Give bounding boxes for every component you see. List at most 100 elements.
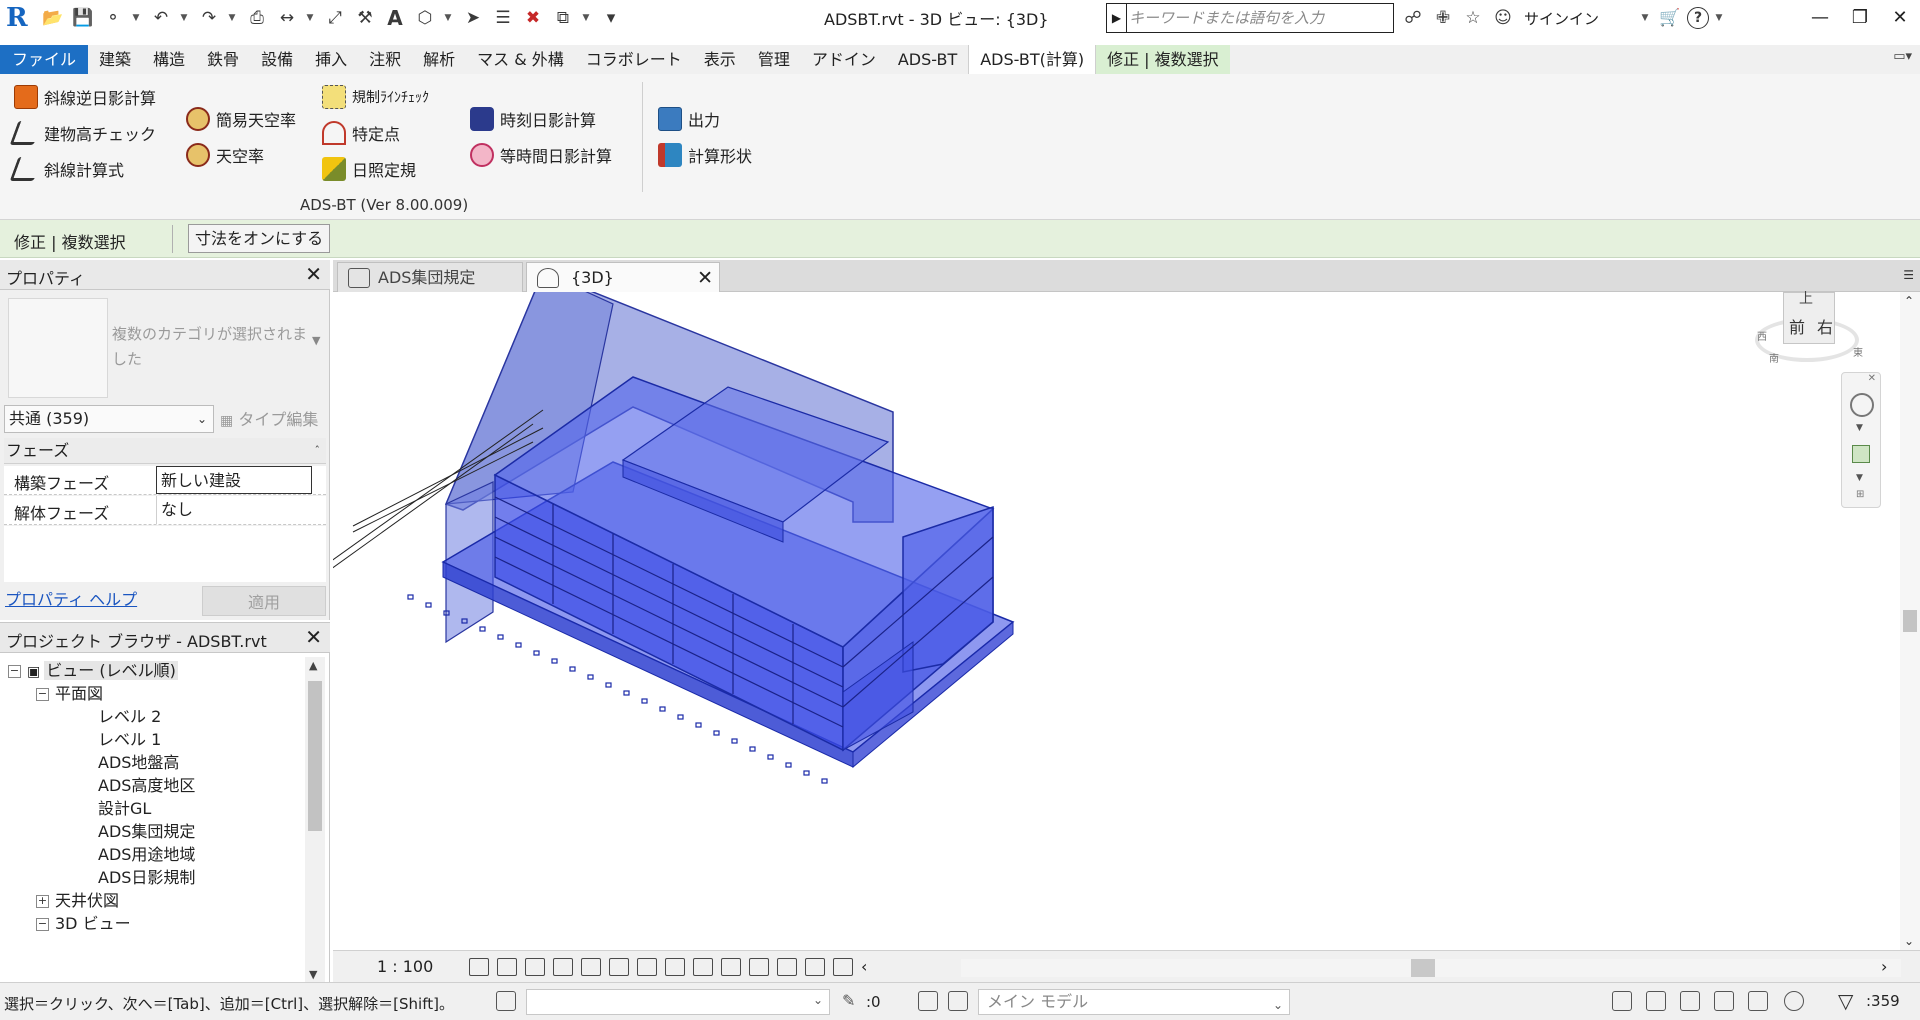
timed-shadow-button[interactable]: 時刻日影計算 <box>470 104 596 134</box>
chevron-down-icon[interactable]: ▼ <box>178 6 190 30</box>
chevron-down-icon[interactable]: ▼ <box>1856 423 1863 433</box>
simple-sky-factor-button[interactable]: 簡易天空率 <box>186 104 296 134</box>
tab-systems[interactable]: 設備 <box>250 45 304 74</box>
redo-icon[interactable]: ↷ <box>196 6 222 30</box>
customize-icon[interactable]: ▾ <box>598 6 624 30</box>
tab-collaborate[interactable]: コラボレート <box>575 45 693 74</box>
design-options-icon[interactable] <box>918 991 938 1011</box>
tab-view-ads-group-regulation[interactable]: ADS集団規定 <box>337 262 523 292</box>
view-scale[interactable]: 1 : 100 <box>377 957 433 976</box>
tab-ads-bt-calc[interactable]: ADS-BT(計算) <box>968 45 1097 74</box>
3d-viewport[interactable]: 上 前 右 西 南 東 ✕ ▼ ▼ ⊞ ⌃ ⌄ <box>312 271 1920 950</box>
exclude-options-icon[interactable] <box>948 991 968 1011</box>
crop-view-icon[interactable] <box>609 958 629 976</box>
sun-path-icon[interactable] <box>525 958 545 976</box>
chevron-down-icon[interactable]: ▼ <box>1856 473 1863 483</box>
expand-icon[interactable]: + <box>36 895 49 908</box>
shadows-icon[interactable] <box>553 958 573 976</box>
zoom-region-icon[interactable] <box>1852 445 1870 463</box>
sky-factor-button[interactable]: 天空率 <box>186 140 264 170</box>
scroll-down-icon[interactable]: ▼ <box>309 968 317 981</box>
show-crop-icon[interactable] <box>637 958 657 976</box>
editable-only-icon[interactable]: ✎ <box>842 991 855 1010</box>
tab-massing[interactable]: マス & 外構 <box>466 45 575 74</box>
category-filter-select[interactable]: 共通 (359) ⌄ <box>4 405 214 433</box>
view-cube-right-face[interactable]: 右 <box>1817 314 1833 338</box>
background-process-icon[interactable] <box>1784 991 1804 1011</box>
close-icon[interactable]: ✕ <box>697 263 713 293</box>
dimension-icon[interactable]: ⤢ <box>322 6 348 30</box>
cart-icon[interactable]: 🛒 <box>1657 6 1683 30</box>
tree-item-floor-plan[interactable]: レベル 1 <box>98 728 161 752</box>
select-by-face-icon[interactable] <box>1714 991 1734 1011</box>
chevron-down-icon[interactable]: ▼ <box>442 6 454 30</box>
detail-level-icon[interactable] <box>469 958 489 976</box>
browser-scrollbar[interactable]: ▲ ▼ <box>305 657 325 983</box>
temp-view-properties-icon[interactable] <box>749 958 769 976</box>
scroll-down-icon[interactable]: ⌄ <box>1904 934 1914 948</box>
tab-annotate[interactable]: 注釈 <box>358 45 412 74</box>
close-icon[interactable]: ✕ <box>305 262 322 286</box>
construction-phase-value[interactable]: 新しい建設 <box>156 466 312 494</box>
steering-wheel-icon[interactable] <box>1850 393 1874 417</box>
worksets-icon[interactable] <box>496 991 516 1011</box>
calc-shape-button[interactable]: 計算形状 <box>658 140 752 170</box>
revit-logo[interactable]: R <box>6 3 34 33</box>
section-icon[interactable]: ➤ <box>460 6 486 30</box>
tree-item-floor-plan[interactable]: 設計GL <box>98 797 151 821</box>
chevron-down-icon[interactable]: ▼ <box>1713 6 1725 30</box>
compass-west[interactable]: 西 <box>1757 328 1767 343</box>
dimension-toggle-button[interactable]: 寸法をオンにする <box>188 224 331 253</box>
search-expand-icon[interactable]: ▶ <box>1107 4 1127 32</box>
building-height-check-button[interactable]: 建物高チェック <box>9 118 156 148</box>
tree-item-floor-plan[interactable]: ADS日影規制 <box>98 866 195 890</box>
tree-item-floor-plan[interactable]: ADS集団規定 <box>98 820 195 844</box>
viewport-horizontal-scrollbar[interactable] <box>961 959 1901 977</box>
close-icon[interactable]: ✕ <box>305 625 322 649</box>
binoculars-icon[interactable]: ☍ <box>1400 6 1426 30</box>
tree-node-ceiling-plans[interactable]: + 天井伏図 <box>36 889 119 913</box>
open-icon[interactable]: 📂 <box>40 6 66 30</box>
help-icon[interactable]: ? <box>1687 7 1710 29</box>
undo-icon[interactable]: ↶ <box>148 6 174 30</box>
view-cube-top-face[interactable]: 上 <box>1799 288 1813 308</box>
search-box[interactable]: ▶ <box>1106 3 1394 33</box>
tree-item-floor-plan[interactable]: レベル 2 <box>98 705 161 729</box>
viewport-vertical-scrollbar[interactable]: ⌃ ⌄ <box>1900 292 1920 950</box>
compass-south[interactable]: 南 <box>1769 350 1779 365</box>
chevron-down-icon[interactable]: ▼ <box>226 6 238 30</box>
tab-structure[interactable]: 構造 <box>142 45 196 74</box>
property-group-phase[interactable]: フェーズ ˆ <box>4 438 326 464</box>
regulation-line-check-button[interactable]: 規制ﾗｲﾝﾁｪｯｸ <box>322 82 429 112</box>
chevron-down-icon[interactable]: ▼ <box>304 6 316 30</box>
edit-type-button[interactable]: ▦ タイプ編集 <box>220 406 318 430</box>
tab-view-3d[interactable]: {3D} ✕ <box>526 262 720 292</box>
specific-point-button[interactable]: 特定点 <box>322 118 400 148</box>
compass-east[interactable]: 東 <box>1853 344 1863 359</box>
analytical-model-icon[interactable] <box>777 958 797 976</box>
reveal-constraints-icon[interactable] <box>833 958 853 976</box>
tree-item-floor-plan[interactable]: ADS高度地区 <box>98 774 195 798</box>
slant-reverse-shadow-button[interactable]: 斜線逆日影計算 <box>14 82 156 112</box>
text-icon[interactable]: A <box>382 6 408 30</box>
slant-formula-button[interactable]: 斜線計算式 <box>9 154 124 184</box>
minimize-icon[interactable]: — <box>1800 5 1840 31</box>
temporary-hide-icon[interactable] <box>693 958 713 976</box>
tab-file[interactable]: ファイル <box>0 45 89 74</box>
output-button[interactable]: 出力 <box>658 104 720 134</box>
close-icon[interactable]: ✕ <box>1868 373 1876 384</box>
chevron-down-icon[interactable]: ▼ <box>130 6 142 30</box>
selection-count[interactable]: :359 <box>1866 992 1900 1010</box>
collapse-icon[interactable]: ˆ <box>315 438 321 464</box>
rendering-icon[interactable] <box>581 958 601 976</box>
properties-help-link[interactable]: プロパティ ヘルプ <box>5 586 137 610</box>
tree-item-floor-plan[interactable]: ADS地盤高 <box>98 751 179 775</box>
apply-button[interactable]: 適用 <box>202 586 326 616</box>
customize-icon[interactable]: ⊞ <box>1856 489 1864 500</box>
browser-scroll-thumb[interactable] <box>308 681 322 831</box>
star-icon[interactable]: ☆ <box>1460 6 1486 30</box>
scroll-left-icon[interactable]: ‹ <box>861 957 867 976</box>
scroll-up-icon[interactable]: ▲ <box>309 659 317 672</box>
chevron-down-icon[interactable]: ▼ <box>1639 6 1651 30</box>
drag-elements-icon[interactable] <box>1748 991 1768 1011</box>
